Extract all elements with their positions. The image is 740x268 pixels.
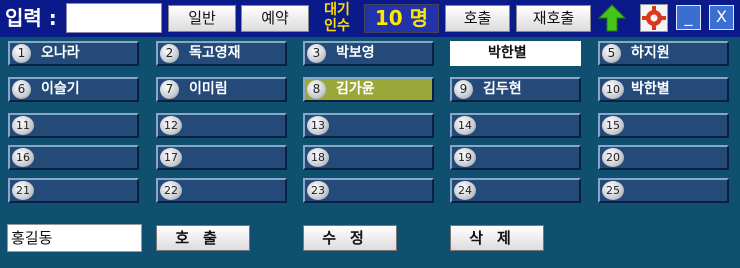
recall-button[interactable]: 재호출 — [516, 5, 591, 32]
top-bar: 입력 : 일반 예약 대기 인수 10 명 호출 재호출 _ X — [0, 0, 740, 37]
slot-name: 하지원 — [631, 45, 670, 61]
slot-name: 이미림 — [189, 81, 228, 97]
slot-13[interactable]: 13 — [303, 113, 434, 138]
slot-number: 19 — [454, 148, 476, 167]
slot-number: 21 — [12, 181, 34, 200]
name-field[interactable]: 홍길동 — [7, 224, 142, 252]
reserve-button[interactable]: 예약 — [241, 5, 309, 32]
slot-2[interactable]: 2 독고영재 — [156, 41, 287, 66]
slot-name: 독고영재 — [189, 45, 241, 61]
slot-19[interactable]: 19 — [450, 145, 581, 170]
bottom-call-button[interactable]: 호출 — [156, 225, 250, 251]
slot-name: 김가윤 — [336, 81, 375, 97]
input-label: 입력 : — [5, 6, 57, 30]
slot-15[interactable]: 15 — [598, 113, 729, 138]
slot-number: 23 — [307, 181, 329, 200]
delete-button[interactable]: 삭제 — [450, 225, 544, 251]
wait-label-line2: 인수 — [324, 18, 350, 34]
slot-name: 박보영 — [336, 45, 375, 61]
settings-gear-icon[interactable] — [640, 4, 668, 32]
slot-number: 22 — [160, 181, 182, 200]
slot-number: 11 — [12, 116, 34, 135]
slot-number: 9 — [454, 80, 473, 99]
minimize-button[interactable]: _ — [676, 5, 701, 30]
wait-label-line1: 대기 — [324, 2, 350, 18]
slot-18[interactable]: 18 — [303, 145, 434, 170]
slot-number: 10 — [602, 80, 624, 99]
slot-9[interactable]: 9 김두현 — [450, 77, 581, 102]
slot-7[interactable]: 7 이미림 — [156, 77, 287, 102]
slot-name: 오나라 — [41, 45, 80, 61]
slot-number: 7 — [160, 80, 179, 99]
slot-number: 18 — [307, 148, 329, 167]
slot-14[interactable]: 14 — [450, 113, 581, 138]
slot-number: 20 — [602, 148, 624, 167]
slot-8[interactable]: 8 김가윤 — [303, 77, 434, 102]
slot-number: 6 — [12, 80, 31, 99]
slot-number: 16 — [12, 148, 34, 167]
slot-5[interactable]: 5 하지원 — [598, 41, 729, 66]
edit-button[interactable]: 수정 — [303, 225, 397, 251]
slot-21[interactable]: 21 — [8, 178, 139, 203]
slot-1[interactable]: 1 오나라 — [8, 41, 139, 66]
slot-4[interactable]: 박한별 — [450, 41, 581, 66]
slot-12[interactable]: 12 — [156, 113, 287, 138]
slot-number: 1 — [12, 44, 31, 63]
slot-number: 3 — [307, 44, 326, 63]
slot-16[interactable]: 16 — [8, 145, 139, 170]
normal-button[interactable]: 일반 — [168, 5, 236, 32]
slot-number: 15 — [602, 116, 624, 135]
slot-name: 김두현 — [483, 81, 522, 97]
slot-10[interactable]: 10 박한별 — [598, 77, 729, 102]
slot-23[interactable]: 23 — [303, 178, 434, 203]
slot-number: 2 — [160, 44, 179, 63]
slot-3[interactable]: 3 박보영 — [303, 41, 434, 66]
wait-count: 10 명 — [364, 4, 439, 33]
slot-number: 17 — [160, 148, 182, 167]
slot-name: 박한별 — [488, 45, 527, 61]
slot-number: 8 — [307, 80, 326, 99]
call-button[interactable]: 호출 — [445, 5, 510, 32]
slot-number: 13 — [307, 116, 329, 135]
slot-11[interactable]: 11 — [8, 113, 139, 138]
slot-20[interactable]: 20 — [598, 145, 729, 170]
slot-name: 이슬기 — [41, 81, 80, 97]
slot-number: 14 — [454, 116, 476, 135]
slot-number: 12 — [160, 116, 182, 135]
slot-number: 5 — [602, 44, 621, 63]
wait-label: 대기 인수 — [313, 2, 361, 34]
green-up-arrow-icon[interactable] — [597, 4, 627, 32]
slot-22[interactable]: 22 — [156, 178, 287, 203]
slot-name: 박한별 — [631, 81, 670, 97]
slot-24[interactable]: 24 — [450, 178, 581, 203]
close-button[interactable]: X — [709, 5, 734, 30]
slot-number: 25 — [602, 181, 624, 200]
input-field[interactable] — [66, 3, 162, 33]
slot-6[interactable]: 6 이슬기 — [8, 77, 139, 102]
slot-25[interactable]: 25 — [598, 178, 729, 203]
slot-number: 24 — [454, 181, 476, 200]
slot-17[interactable]: 17 — [156, 145, 287, 170]
